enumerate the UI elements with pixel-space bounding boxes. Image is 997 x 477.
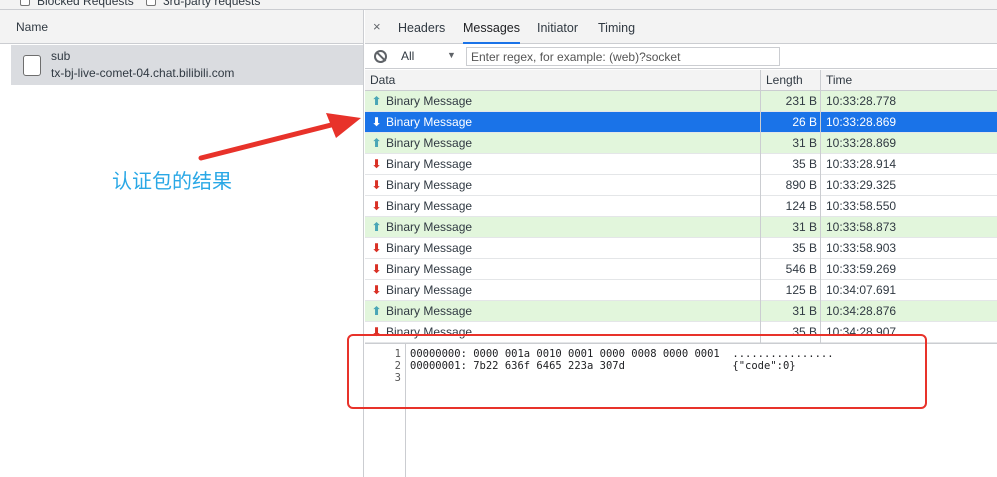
messages-grid-header: Data Length Time [365, 70, 997, 91]
arrow-up-icon: ⬆ [371, 136, 382, 150]
message-type-text: Binary Message [386, 262, 473, 276]
message-row[interactable]: ⬆ Binary Message 31 B 10:33:28.869 [365, 133, 997, 154]
message-length-cell: 890 B [760, 175, 820, 196]
message-time-cell: 10:34:07.691 [820, 280, 997, 301]
arrow-down-icon: ⬇ [371, 115, 382, 129]
message-data-cell: ⬆ Binary Message [365, 91, 760, 112]
length-column-header[interactable]: Length [760, 70, 820, 91]
message-filter-input[interactable] [466, 47, 780, 66]
message-data-cell: ⬇ Binary Message [365, 112, 760, 133]
message-time-cell: 10:33:29.325 [820, 175, 997, 196]
message-time-cell: 10:34:28.876 [820, 301, 997, 322]
annotation-label: 认证包的结果 [112, 169, 232, 193]
message-data-cell: ⬇ Binary Message [365, 280, 760, 301]
message-type-text: Binary Message [386, 178, 473, 192]
request-name: sub [51, 49, 71, 63]
message-row[interactable]: ⬇ Binary Message 124 B 10:33:58.550 [365, 196, 997, 217]
close-icon[interactable]: × [373, 19, 381, 34]
chevron-down-icon[interactable]: ▼ [447, 50, 456, 60]
tab-timing[interactable]: Timing [598, 10, 635, 44]
message-type-text: Binary Message [386, 220, 473, 234]
message-row[interactable]: ⬆ Binary Message 31 B 10:34:28.876 [365, 301, 997, 322]
detail-tabs: × Headers Messages Initiator Timing [365, 10, 997, 44]
message-time-cell: 10:33:28.914 [820, 154, 997, 175]
arrow-down-icon: ⬇ [371, 262, 382, 276]
message-length-cell: 31 B [760, 133, 820, 154]
message-data-cell: ⬇ Binary Message [365, 175, 760, 196]
message-time-cell: 10:33:28.869 [820, 112, 997, 133]
arrow-down-icon: ⬇ [371, 241, 382, 255]
third-party-checkbox[interactable] [146, 0, 156, 6]
message-data-cell: ⬇ Binary Message [365, 238, 760, 259]
arrow-down-icon: ⬇ [371, 283, 382, 297]
message-row[interactable]: ⬇ Binary Message 125 B 10:34:07.691 [365, 280, 997, 301]
request-list-pane: Name sub tx-bj-live-comet-04.chat.bilibi… [0, 10, 364, 477]
tab-initiator[interactable]: Initiator [537, 10, 578, 44]
blocked-requests-label: Blocked Requests [37, 0, 134, 8]
message-length-cell: 35 B [760, 154, 820, 175]
message-type-text: Binary Message [386, 304, 473, 318]
tab-headers[interactable]: Headers [398, 10, 445, 44]
message-length-cell: 31 B [760, 301, 820, 322]
arrow-down-icon: ⬇ [371, 199, 382, 213]
message-time-cell: 10:33:58.903 [820, 238, 997, 259]
name-column-header[interactable]: Name [0, 10, 363, 44]
message-type-text: Binary Message [386, 157, 473, 171]
message-length-cell: 35 B [760, 238, 820, 259]
document-icon [23, 55, 41, 76]
time-column-header[interactable]: Time [820, 70, 997, 91]
message-time-cell: 10:33:59.269 [820, 259, 997, 280]
message-data-cell: ⬆ Binary Message [365, 301, 760, 322]
third-party-label: 3rd-party requests [163, 0, 261, 8]
message-length-cell: 546 B [760, 259, 820, 280]
message-type-select[interactable]: All [401, 49, 414, 63]
message-row[interactable]: ⬇ Binary Message 26 B 10:33:28.869 [365, 112, 997, 133]
message-length-cell: 26 B [760, 112, 820, 133]
message-data-cell: ⬇ Binary Message [365, 259, 760, 280]
request-row[interactable]: sub tx-bj-live-comet-04.chat.bilibili.co… [11, 45, 363, 85]
message-row[interactable]: ⬆ Binary Message 31 B 10:33:58.873 [365, 217, 997, 238]
clear-messages-icon[interactable] [374, 50, 387, 63]
message-type-text: Binary Message [386, 136, 473, 150]
message-data-cell: ⬆ Binary Message [365, 133, 760, 154]
message-row[interactable]: ⬇ Binary Message 35 B 10:33:58.903 [365, 238, 997, 259]
arrow-down-icon: ⬇ [371, 178, 382, 192]
messages-grid: ⬆ Binary Message 231 B 10:33:28.778 ⬇ Binary … [365, 91, 997, 343]
annotation-arrow [198, 113, 361, 161]
arrow-up-icon: ⬆ [371, 94, 382, 108]
message-row[interactable]: ⬇ Binary Message 35 B 10:33:28.914 [365, 154, 997, 175]
message-time-cell: 10:33:58.550 [820, 196, 997, 217]
message-type-text: Binary Message [386, 199, 473, 213]
message-type-text: Binary Message [386, 94, 473, 108]
message-time-cell: 10:33:58.873 [820, 217, 997, 238]
arrow-up-icon: ⬆ [371, 220, 382, 234]
message-row[interactable]: ⬇ Binary Message 546 B 10:33:59.269 [365, 259, 997, 280]
message-filter-bar: All ▼ [365, 45, 997, 69]
message-time-cell: 10:33:28.778 [820, 91, 997, 112]
message-length-cell: 124 B [760, 196, 820, 217]
top-filter-strip: Blocked Requests 3rd-party requests [0, 0, 997, 10]
annotation-highlight-box [347, 334, 927, 409]
message-type-text: Binary Message [386, 241, 473, 255]
arrow-up-icon: ⬆ [371, 304, 382, 318]
arrow-down-icon: ⬇ [371, 157, 382, 171]
message-type-text: Binary Message [386, 283, 473, 297]
message-data-cell: ⬆ Binary Message [365, 217, 760, 238]
blocked-requests-checkbox[interactable] [20, 0, 30, 6]
message-length-cell: 125 B [760, 280, 820, 301]
message-type-text: Binary Message [386, 115, 473, 129]
message-length-cell: 31 B [760, 217, 820, 238]
message-length-cell: 231 B [760, 91, 820, 112]
message-data-cell: ⬇ Binary Message [365, 196, 760, 217]
message-row[interactable]: ⬆ Binary Message 231 B 10:33:28.778 [365, 91, 997, 112]
message-row[interactable]: ⬇ Binary Message 890 B 10:33:29.325 [365, 175, 997, 196]
message-data-cell: ⬇ Binary Message [365, 154, 760, 175]
data-column-header[interactable]: Data [365, 70, 760, 91]
request-url: tx-bj-live-comet-04.chat.bilibili.com [51, 66, 235, 80]
tab-messages[interactable]: Messages [463, 10, 520, 44]
message-time-cell: 10:33:28.869 [820, 133, 997, 154]
